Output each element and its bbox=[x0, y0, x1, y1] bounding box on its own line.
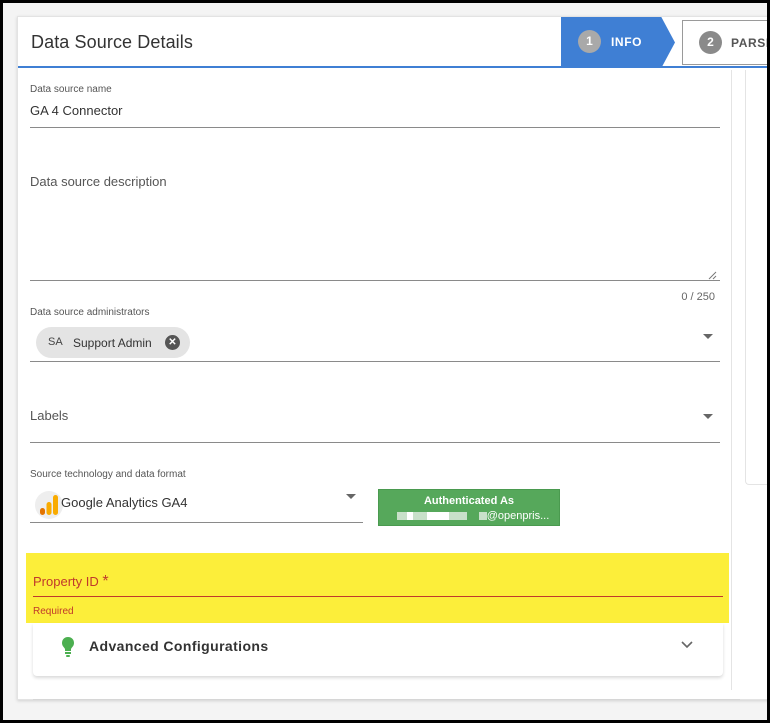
source-dropdown-icon[interactable] bbox=[346, 494, 356, 499]
description-underline bbox=[30, 280, 720, 281]
step-info[interactable]: 1 INFO bbox=[561, 17, 675, 68]
google-analytics-icon bbox=[35, 491, 63, 519]
lightbulb-icon bbox=[62, 637, 74, 657]
source-select[interactable]: Google Analytics GA4 bbox=[61, 495, 187, 510]
source-underline bbox=[30, 522, 363, 523]
property-id-label: Property ID * bbox=[33, 573, 109, 590]
auth-user-email: @openpris... bbox=[486, 510, 550, 522]
step-label: INFO bbox=[611, 35, 643, 49]
administrators-underline bbox=[30, 361, 720, 362]
advanced-configurations-panel[interactable]: Advanced Configurations bbox=[33, 623, 723, 676]
chip-label: Support Admin bbox=[73, 336, 152, 350]
name-label: Data source name bbox=[30, 84, 112, 95]
authenticated-as-button[interactable]: Authenticated As @openpris... bbox=[378, 489, 560, 526]
property-id-field[interactable]: Property ID * Required bbox=[26, 553, 729, 623]
step-label: PARSE bbox=[731, 36, 767, 50]
step-parse[interactable]: 2 PARSE bbox=[682, 20, 767, 65]
property-id-underline bbox=[33, 596, 723, 597]
name-input[interactable]: GA 4 Connector bbox=[30, 103, 123, 118]
panel-divider bbox=[731, 70, 732, 690]
card-header: Data Source Details 1 INFO 2 PARSE bbox=[18, 17, 767, 68]
labels-select[interactable]: Labels bbox=[30, 408, 68, 423]
auth-title: Authenticated As bbox=[423, 495, 515, 507]
description-textarea[interactable]: Data source description bbox=[30, 174, 167, 189]
step-number: 1 bbox=[578, 30, 601, 53]
resize-handle-icon[interactable] bbox=[708, 271, 717, 280]
step-number: 2 bbox=[699, 31, 722, 54]
advanced-configurations-label: Advanced Configurations bbox=[89, 638, 269, 654]
auth-user: @openpris... bbox=[393, 510, 553, 522]
required-asterisk: * bbox=[102, 573, 109, 590]
name-underline bbox=[30, 127, 720, 128]
required-error: Required bbox=[33, 606, 74, 617]
card-bottom-divider bbox=[33, 699, 740, 700]
labels-dropdown-icon[interactable] bbox=[703, 414, 713, 419]
page-title: Data Source Details bbox=[31, 32, 193, 52]
chevron-down-icon[interactable] bbox=[680, 640, 694, 650]
labels-underline bbox=[30, 442, 720, 443]
character-counter: 0 / 250 bbox=[681, 291, 715, 303]
close-icon[interactable]: ✕ bbox=[165, 335, 180, 350]
source-label: Source technology and data format bbox=[30, 469, 186, 480]
app-frame: Data Source Details 1 INFO 2 PARSE Data … bbox=[3, 3, 767, 720]
side-panel bbox=[745, 70, 767, 485]
administrators-dropdown-icon[interactable] bbox=[703, 334, 713, 339]
administrators-label: Data source administrators bbox=[30, 307, 150, 318]
admin-chip[interactable]: SA Support Admin ✕ bbox=[36, 327, 190, 358]
chip-initials: SA bbox=[48, 336, 63, 348]
